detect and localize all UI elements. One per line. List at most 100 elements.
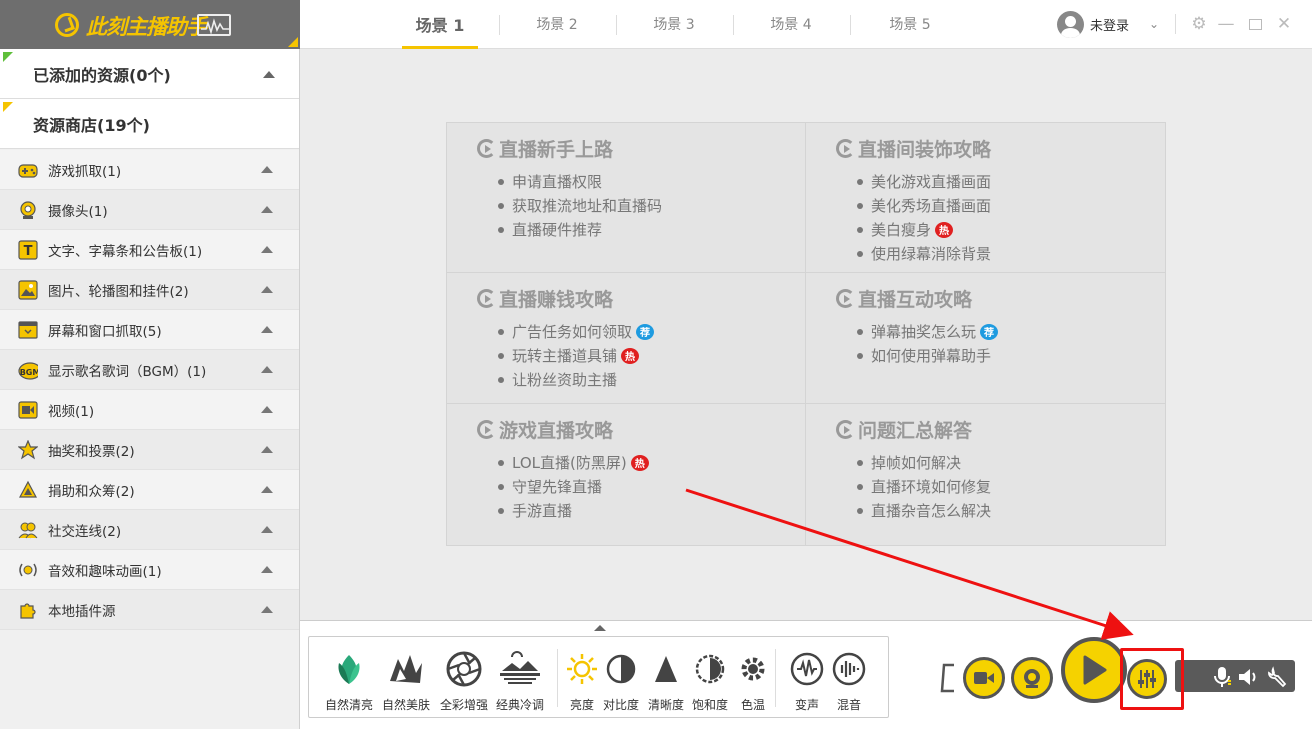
expand-arrow-icon[interactable] (261, 246, 273, 253)
guide-link[interactable]: 如何使用弹幕助手 (858, 345, 991, 366)
audio-mixer[interactable]: 混音 (831, 647, 867, 713)
guide-cell-title: 问题汇总解答 (836, 416, 972, 443)
guide-link[interactable]: 广告任务如何领取荐 (499, 321, 655, 342)
guide-link[interactable]: 守望先锋直播 (499, 476, 602, 497)
guide-link[interactable]: 直播硬件推荐 (499, 219, 602, 240)
speaker-icon[interactable] (1237, 666, 1259, 688)
minimize-icon[interactable]: — (1214, 12, 1238, 36)
svg-text:BGM: BGM (20, 368, 38, 377)
expand-up-icon[interactable] (594, 625, 606, 631)
guide-link[interactable]: 美白瘦身热 (858, 219, 954, 240)
tab-scene-2[interactable]: 场景 2 (509, 0, 605, 48)
expand-arrow-icon[interactable] (261, 526, 273, 533)
adjust-sharpness[interactable]: 清晰度 (648, 647, 684, 713)
adjust-color-temperature[interactable]: 色温 (737, 647, 769, 713)
guide-link[interactable]: 申请直播权限 (499, 171, 602, 192)
category-screen-capture[interactable]: 屏幕和窗口抓取(5) (0, 310, 299, 350)
category-lottery[interactable]: 抽奖和投票(2) (0, 430, 299, 470)
close-icon[interactable]: ✕ (1272, 12, 1296, 36)
guide-link[interactable]: 玩转主播道具铺热 (499, 345, 640, 366)
filter-natural-clear[interactable]: 自然清亮 (325, 647, 373, 713)
maximize-icon[interactable] (1243, 12, 1267, 36)
added-resources-header[interactable]: 已添加的资源(0个) (0, 49, 299, 99)
guide-cell-title: 直播间装饰攻略 (836, 135, 991, 162)
start-live-button[interactable] (1061, 637, 1127, 703)
expand-arrow-icon[interactable] (261, 606, 273, 613)
adjust-brightness[interactable]: 亮度 (566, 647, 598, 713)
adjust-saturation[interactable]: 饱和度 (692, 647, 728, 713)
category-label: 视频(1) (48, 403, 95, 420)
guide-cell-title: 直播新手上路 (477, 135, 613, 162)
guide-link[interactable]: 美化游戏直播画面 (858, 171, 991, 192)
app-window: 此刻主播助手 已添加的资源(0个) 资源商店(19个) 游戏抓取(1) 摄像头(… (0, 0, 1312, 729)
resource-store-header[interactable]: 资源商店(19个) (0, 99, 299, 149)
guide-link[interactable]: 手游直播 (499, 500, 572, 521)
guide-link[interactable]: 让粉丝资助主播 (499, 369, 617, 390)
webcam-toggle-button[interactable] (1011, 657, 1053, 699)
resource-store-label: 资源商店(19个) (33, 115, 150, 135)
category-label: 显示歌名歌词（BGM）(1) (48, 363, 207, 380)
guide-link[interactable]: 弹幕抽奖怎么玩荐 (858, 321, 999, 342)
hot-badge: 热 (935, 221, 954, 238)
category-video[interactable]: 视频(1) (0, 390, 299, 430)
guide-link[interactable]: 掉帧如何解决 (858, 452, 961, 473)
expand-arrow-icon[interactable] (261, 206, 273, 213)
category-local-plugin[interactable]: 本地插件源 (0, 590, 299, 630)
text-icon: T (18, 240, 38, 260)
microphone-icon[interactable] (1211, 666, 1233, 688)
category-bgm[interactable]: BGM 显示歌名歌词（BGM）(1) (0, 350, 299, 390)
adjust-label: 对比度 (603, 698, 640, 712)
tab-scene-3[interactable]: 场景 3 (626, 0, 722, 48)
expand-arrow-icon[interactable] (261, 286, 273, 293)
chevron-down-icon[interactable]: ⌄ (1149, 17, 1159, 31)
tab-scene-4[interactable]: 场景 4 (743, 0, 839, 48)
gear-icon[interactable]: ⚙ (1187, 12, 1211, 36)
guide-link[interactable]: 使用绿幕消除背景 (858, 243, 991, 264)
tab-scene-5[interactable]: 场景 5 (862, 0, 958, 48)
brush-filter-icon (386, 647, 426, 691)
guide-link[interactable]: 直播环境如何修复 (858, 476, 991, 497)
category-webcam[interactable]: 摄像头(1) (0, 190, 299, 230)
donation-icon (18, 480, 38, 500)
landscape-filter-icon (498, 647, 542, 691)
guide-link[interactable]: 直播杂音怎么解决 (858, 500, 991, 521)
guide-panel: 直播新手上路 申请直播权限 获取推流地址和直播码 直播硬件推荐 直播间装饰攻略 … (446, 122, 1166, 546)
sharpness-icon (652, 647, 680, 691)
divider (557, 649, 558, 707)
wrench-icon[interactable] (1267, 666, 1289, 688)
filter-natural-skin[interactable]: 自然美肤 (382, 647, 430, 713)
category-label: 摄像头(1) (48, 203, 108, 220)
collapse-arrow-icon[interactable] (263, 71, 275, 78)
expand-arrow-icon[interactable] (261, 366, 273, 373)
category-social[interactable]: 社交连线(2) (0, 510, 299, 550)
guide-cell-interaction: 直播互动攻略 弹幕抽奖怎么玩荐 如何使用弹幕助手 (806, 273, 1165, 404)
webcam-icon (1024, 669, 1040, 688)
arrow-circle-icon (477, 139, 496, 158)
filter-classic-cool[interactable]: 经典冷调 (496, 647, 544, 713)
expand-arrow-icon[interactable] (261, 406, 273, 413)
category-images[interactable]: 图片、轮播图和挂件(2) (0, 270, 299, 310)
expand-arrow-icon[interactable] (261, 326, 273, 333)
audio-voice-change[interactable]: 变声 (789, 647, 825, 713)
adjust-label: 饱和度 (692, 698, 729, 712)
tab-scene-1[interactable]: 场景 1 (392, 0, 488, 49)
category-game-capture[interactable]: 游戏抓取(1) (0, 150, 299, 190)
expand-arrow-icon[interactable] (261, 566, 273, 573)
guide-link[interactable]: LOL直播(防黑屏) 热 (499, 452, 649, 473)
filter-full-color[interactable]: 全彩增强 (440, 647, 488, 713)
added-resources-label: 已添加的资源(0个) (33, 65, 171, 85)
category-label: 本地插件源 (48, 603, 116, 620)
user-login[interactable]: 未登录 ⌄ (1057, 10, 1159, 38)
category-donation[interactable]: 捐助和众筹(2) (0, 470, 299, 510)
adjust-label: 清晰度 (648, 698, 685, 712)
category-sound-effects[interactable]: 音效和趣味动画(1) (0, 550, 299, 590)
guide-link[interactable]: 美化秀场直播画面 (858, 195, 991, 216)
adjust-contrast[interactable]: 对比度 (603, 647, 639, 713)
category-text[interactable]: T 文字、字幕条和公告板(1) (0, 230, 299, 270)
expand-arrow-icon[interactable] (261, 446, 273, 453)
guide-link[interactable]: 获取推流地址和直播码 (499, 195, 662, 216)
expand-arrow-icon[interactable] (261, 166, 273, 173)
adjust-label: 色温 (740, 698, 765, 712)
expand-arrow-icon[interactable] (261, 486, 273, 493)
camera-toggle-button[interactable] (963, 657, 1005, 699)
